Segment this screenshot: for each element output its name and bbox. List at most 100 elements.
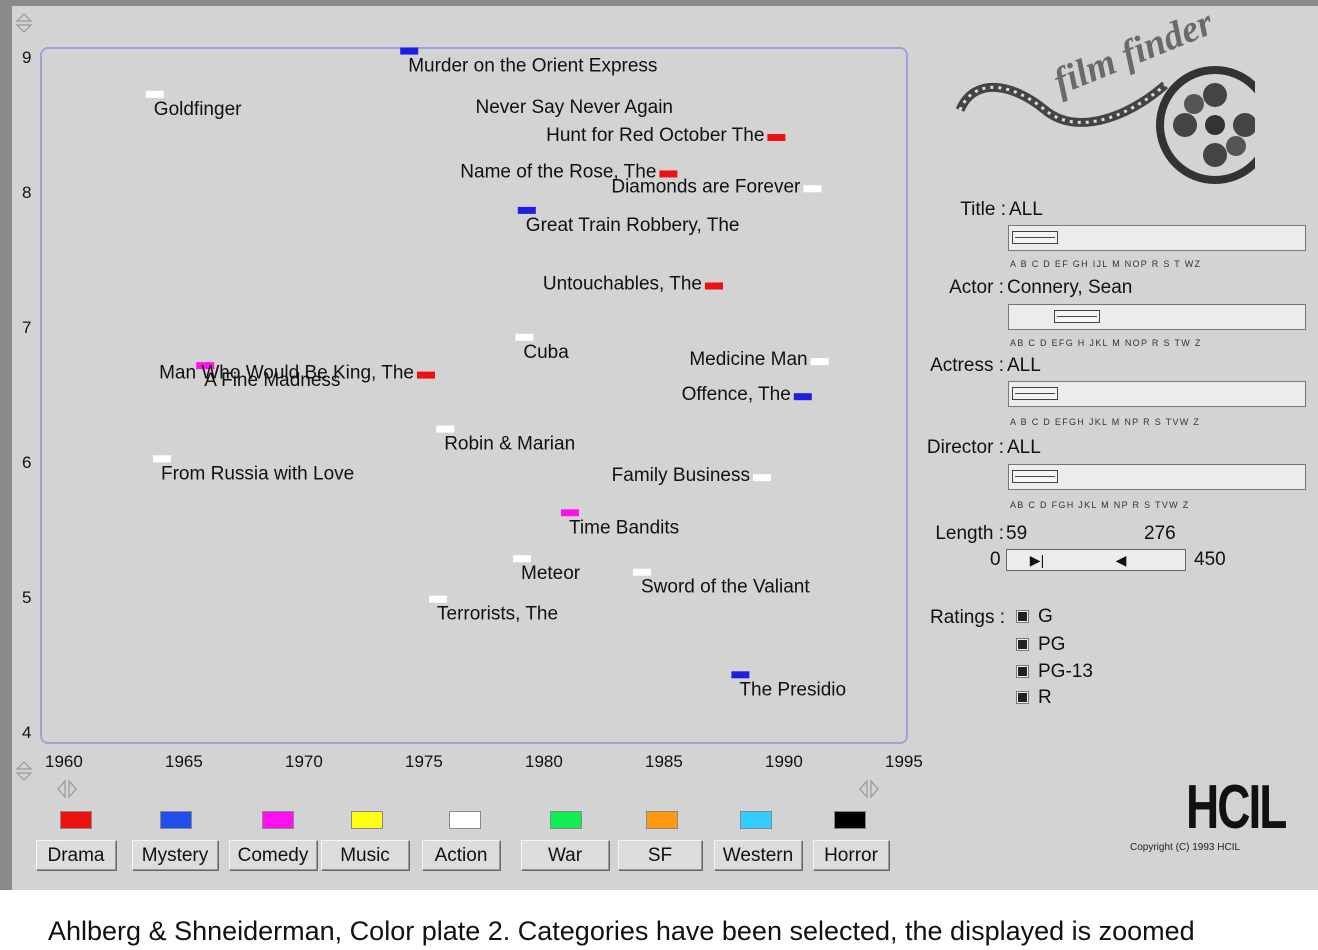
logo-text: film finder	[1048, 15, 1220, 103]
rating-checkbox-r[interactable]: R	[1016, 687, 1052, 709]
category-color-swatch	[740, 811, 772, 829]
movie-marker[interactable]	[515, 333, 534, 341]
movie-label[interactable]: The Presidio	[739, 679, 846, 700]
movie-marker[interactable]	[810, 358, 829, 366]
director-slider-thumb[interactable]	[1012, 470, 1058, 483]
x-tick-label: 1975	[405, 752, 443, 771]
actress-value: ALL	[1007, 355, 1041, 376]
y-axis-range-bottom-arrows-icon[interactable]	[15, 761, 33, 781]
y-tick-label: 7	[22, 318, 31, 337]
actress-slider[interactable]	[1008, 381, 1306, 407]
movie-marker[interactable]	[753, 474, 771, 482]
length-max: 450	[1194, 549, 1226, 570]
category-color-swatch	[60, 811, 92, 829]
movie-marker[interactable]	[513, 555, 531, 563]
movie-marker[interactable]	[429, 595, 447, 603]
category-color-swatch	[262, 811, 294, 829]
y-tick-label: 6	[22, 453, 31, 472]
movie-marker[interactable]	[803, 185, 822, 193]
movie-label[interactable]: Murder on the Orient Express	[408, 56, 657, 77]
checkbox-icon[interactable]	[1016, 665, 1029, 679]
length-low-handle-icon[interactable]: ▶|	[1029, 553, 1045, 567]
rating-checkbox-pg[interactable]: PG	[1016, 634, 1065, 656]
y-tick-label: 9	[22, 48, 31, 67]
category-color-swatch	[550, 811, 582, 829]
movie-label[interactable]: Man Who Would Be King, The	[159, 363, 414, 384]
screenshot-frame: 987654 1960 1965 1970 1975 1980 1985 1990 1995 …	[0, 0, 1318, 950]
length-high-handle-icon[interactable]: ◀	[1113, 553, 1129, 567]
movie-marker[interactable]	[731, 671, 750, 679]
movie-markers: Murder on the Orient Express Goldfinger Ne…	[145, 47, 846, 700]
movie-label[interactable]: Robin & Marian	[444, 434, 575, 455]
actor-slider[interactable]	[1008, 304, 1306, 330]
x-axis-range-right-arrows-icon[interactable]	[859, 779, 879, 799]
title-value: ALL	[1009, 199, 1043, 220]
category-button-horror[interactable]: Horror	[813, 840, 889, 870]
movie-label[interactable]: Terrorists, The	[437, 604, 558, 625]
movie-marker[interactable]	[793, 393, 812, 401]
y-tick-label: 5	[22, 588, 31, 607]
category-button-western[interactable]: Western	[714, 840, 802, 870]
movie-label[interactable]: Medicine Man	[689, 349, 807, 370]
rating-checkbox-pg13[interactable]: PG-13	[1016, 661, 1093, 683]
movie-label[interactable]: Offence, The	[682, 384, 791, 405]
movie-label[interactable]: Great Train Robbery, The	[526, 215, 740, 236]
category-button-mystery[interactable]: Mystery	[132, 840, 218, 870]
x-tick-label: 1970	[285, 752, 323, 771]
movie-marker[interactable]	[561, 509, 579, 517]
checkbox-icon[interactable]	[1016, 638, 1029, 652]
x-axis-ticks: 1960 1965 1970 1975 1980 1985 1990 1995	[45, 752, 923, 771]
movie-label[interactable]: Never Say Never Again	[476, 97, 674, 118]
rating-pg13-label: PG-13	[1038, 661, 1093, 682]
category-button-drama[interactable]: Drama	[36, 840, 116, 870]
actor-slider-thumb[interactable]	[1054, 310, 1100, 323]
title-slider[interactable]	[1008, 225, 1306, 251]
y-axis-range-arrows-icon[interactable]	[15, 13, 33, 33]
movie-label[interactable]: Goldfinger	[154, 99, 242, 120]
category-button-war[interactable]: War	[521, 840, 609, 870]
x-axis-range-left-arrows-icon[interactable]	[57, 779, 77, 799]
hcil-logo: HCIL	[1186, 771, 1287, 842]
checkbox-icon[interactable]	[1016, 691, 1029, 705]
actress-slider-thumb[interactable]	[1012, 387, 1058, 400]
movie-label[interactable]: Family Business	[612, 465, 750, 486]
rating-checkbox-g[interactable]: G	[1016, 606, 1053, 628]
checkbox-icon[interactable]	[1016, 610, 1029, 624]
y-tick-label: 8	[22, 183, 31, 202]
movie-marker[interactable]	[153, 455, 171, 463]
category-button-music[interactable]: Music	[321, 840, 409, 870]
movie-label[interactable]: Time Bandits	[569, 517, 679, 538]
movie-marker[interactable]	[400, 47, 419, 55]
movie-label[interactable]: From Russia with Love	[161, 463, 354, 484]
movie-marker[interactable]	[436, 425, 455, 433]
movie-label[interactable]: Hunt for Red October The	[546, 125, 764, 146]
movie-marker[interactable]	[705, 282, 723, 290]
movie-label[interactable]: Diamonds are Forever	[611, 176, 801, 197]
length-low-value: 59	[1006, 523, 1028, 544]
movie-marker[interactable]	[417, 371, 435, 379]
movie-marker[interactable]	[767, 134, 786, 141]
copyright-text: Copyright (C) 1993 HCIL	[1130, 842, 1241, 853]
actor-alphabet: AB C D EFG H JKL M NOP R S TW Z	[1010, 338, 1202, 348]
movie-label[interactable]: Untouchables, The	[543, 274, 702, 295]
category-button-action[interactable]: Action	[422, 840, 500, 870]
director-slider[interactable]	[1008, 464, 1306, 490]
movie-marker[interactable]	[145, 90, 164, 98]
length-range-slider[interactable]: ▶| ◀	[1006, 549, 1186, 571]
x-tick-label: 1995	[885, 752, 923, 771]
movie-marker[interactable]	[517, 206, 536, 214]
movie-label[interactable]: Sword of the Valiant	[641, 577, 810, 598]
length-label: Length :	[935, 523, 1004, 544]
category-color-swatch	[834, 811, 866, 829]
movie-label[interactable]: Cuba	[523, 342, 569, 363]
movie-label[interactable]: Meteor	[521, 563, 581, 584]
x-tick-label: 1960	[45, 752, 83, 771]
title-slider-thumb[interactable]	[1012, 231, 1058, 244]
director-alphabet: AB C D FGH JKL M NP R S TVW Z	[1010, 500, 1190, 510]
title-alphabet: A B C D EF GH IJL M NOP R S T WZ	[1010, 259, 1202, 269]
y-axis-ticks: 9 8 7 6 5 4	[22, 48, 31, 742]
category-button-sf[interactable]: SF	[618, 840, 702, 870]
movie-marker[interactable]	[633, 568, 651, 576]
category-button-comedy[interactable]: Comedy	[229, 840, 317, 870]
figure-caption: Ahlberg & Shneiderman, Color plate 2. Ca…	[48, 916, 1195, 946]
